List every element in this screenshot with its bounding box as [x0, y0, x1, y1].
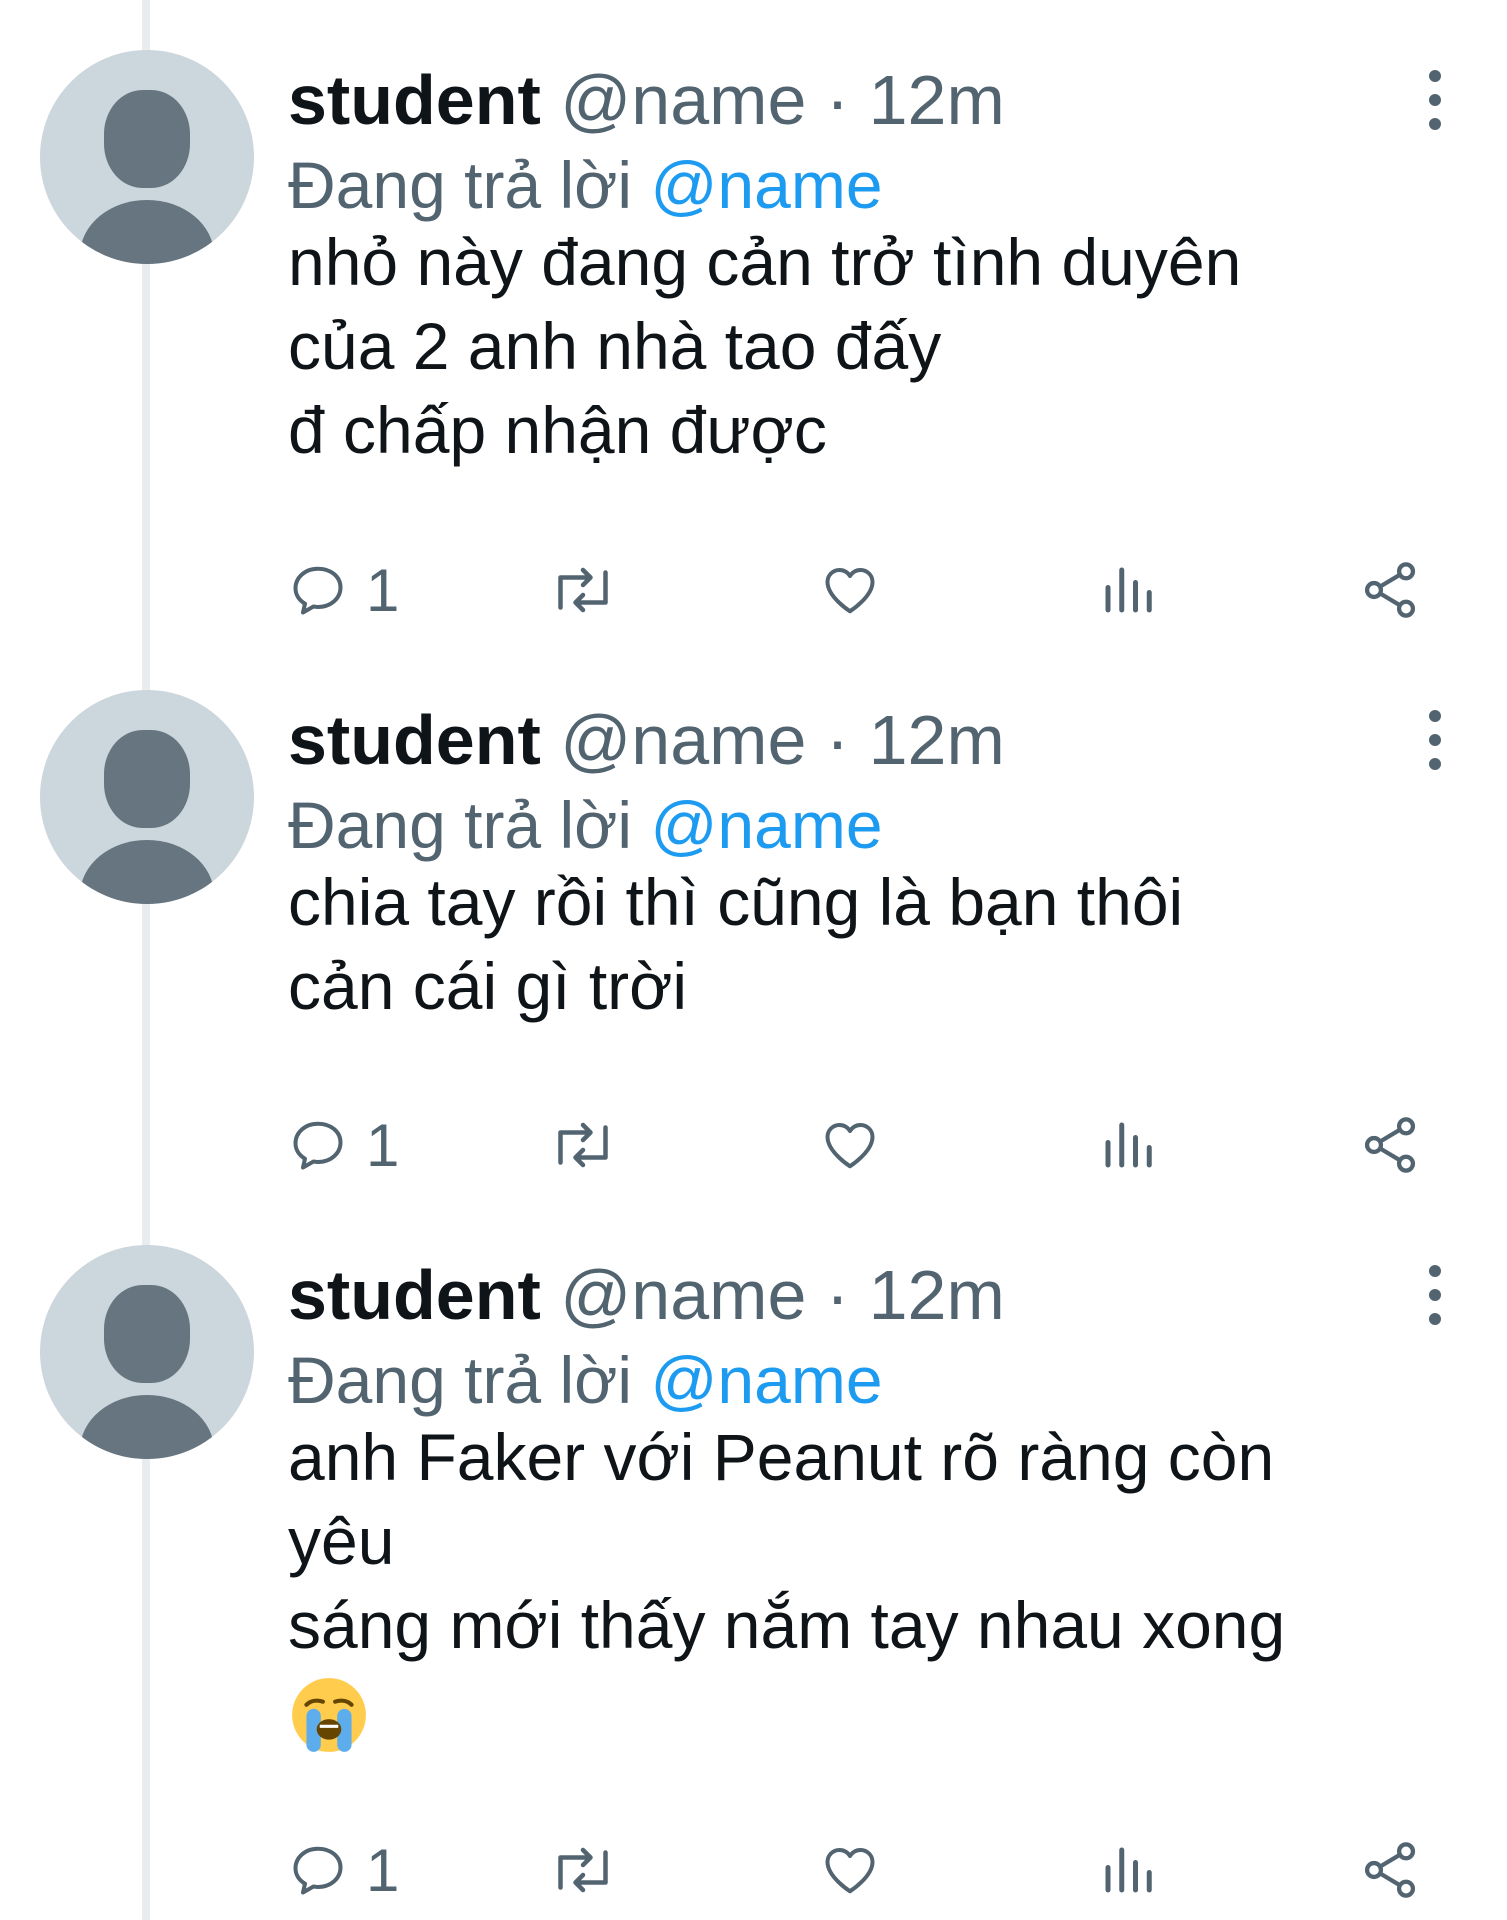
- retweet-button[interactable]: [548, 550, 618, 630]
- replying-to-label: Đang trả lời: [288, 148, 633, 222]
- avatar[interactable]: [40, 50, 254, 264]
- avatar-head-shape: [104, 1285, 190, 1383]
- avatar-body-shape: [80, 840, 214, 904]
- more-options-icon[interactable]: [1420, 710, 1450, 770]
- heart-icon: [825, 568, 875, 614]
- tweet-text-line: yêu: [288, 1504, 395, 1578]
- reply-count: 1: [366, 1111, 400, 1179]
- tweet-actions: 1: [288, 1830, 1468, 1910]
- views-button[interactable]: [1098, 1830, 1158, 1910]
- separator: ·: [825, 701, 850, 779]
- retweet-icon: [558, 1122, 608, 1168]
- like-button[interactable]: [818, 1105, 882, 1185]
- tweet-text-line: đ chấp nhận được: [288, 393, 827, 467]
- avatar-head-shape: [104, 730, 190, 828]
- share-icon: [1364, 1842, 1416, 1898]
- timestamp[interactable]: 12m: [869, 701, 1005, 779]
- reply-icon: [293, 566, 343, 615]
- reply-button[interactable]: 1: [288, 1830, 399, 1910]
- display-name[interactable]: student: [288, 1256, 541, 1334]
- tweet-text-line: anh Faker với Peanut rõ ràng còn: [288, 1420, 1275, 1494]
- reply-button[interactable]: 1: [288, 1105, 399, 1185]
- emoji-line: [288, 1667, 1468, 1756]
- tweet-header: student @name · 12m: [288, 696, 1005, 784]
- heart-icon: [825, 1123, 875, 1169]
- timestamp[interactable]: 12m: [869, 1256, 1005, 1334]
- tweet-header: student @name · 12m: [288, 1251, 1005, 1339]
- analytics-icon: [1105, 567, 1152, 613]
- share-button[interactable]: [1358, 550, 1422, 630]
- separator: ·: [825, 1256, 850, 1334]
- mention-link[interactable]: @name: [650, 148, 882, 222]
- more-options-icon[interactable]: [1420, 1265, 1450, 1325]
- retweet-button[interactable]: [548, 1105, 618, 1185]
- replying-to: Đang trả lời @name: [288, 782, 883, 868]
- reply-count: 1: [366, 556, 400, 624]
- analytics-icon: [1105, 1847, 1152, 1893]
- avatar[interactable]: [40, 690, 254, 904]
- retweet-icon: [558, 567, 608, 613]
- display-name[interactable]: student: [288, 61, 541, 139]
- loudly-crying-face-icon: [292, 1677, 366, 1752]
- share-button[interactable]: [1358, 1105, 1422, 1185]
- tweet-actions: 1: [288, 550, 1468, 630]
- views-button[interactable]: [1098, 550, 1158, 630]
- views-button[interactable]: [1098, 1105, 1158, 1185]
- tweet-text-line: cản cái gì trời: [288, 949, 688, 1023]
- avatar-body-shape: [80, 200, 214, 264]
- avatar-head-shape: [104, 90, 190, 188]
- analytics-icon: [1105, 1122, 1152, 1168]
- display-name[interactable]: student: [288, 701, 541, 779]
- tweet-text-line: chia tay rồi thì cũng là bạn thôi: [288, 865, 1184, 939]
- tweet-text-line: sáng mới thấy nắm tay nhau xong: [288, 1588, 1286, 1662]
- thread-connector-line: [142, 0, 150, 1920]
- timestamp[interactable]: 12m: [869, 61, 1005, 139]
- avatar[interactable]: [40, 1245, 254, 1459]
- replying-to: Đang trả lời @name: [288, 142, 883, 228]
- share-icon: [1364, 1117, 1416, 1173]
- avatar-body-shape: [80, 1395, 214, 1459]
- mention-link[interactable]: @name: [650, 788, 882, 862]
- more-options-icon[interactable]: [1420, 70, 1450, 130]
- user-handle[interactable]: @name: [560, 701, 806, 779]
- tweet-text: chia tay rồi thì cũng là bạn thôi cản cá…: [288, 860, 1468, 1028]
- reply-button[interactable]: 1: [288, 550, 399, 630]
- tweet-text-line: nhỏ này đang cản trở tình duyên: [288, 225, 1242, 299]
- separator: ·: [825, 61, 850, 139]
- reply-count: 1: [366, 1836, 400, 1904]
- replying-to: Đang trả lời @name: [288, 1337, 883, 1423]
- tweet-text: anh Faker với Peanut rõ ràng còn yêu sán…: [288, 1415, 1468, 1756]
- replying-to-label: Đang trả lời: [288, 1343, 633, 1417]
- tweet-text: nhỏ này đang cản trở tình duyên của 2 an…: [288, 220, 1468, 472]
- mention-link[interactable]: @name: [650, 1343, 882, 1417]
- replying-to-label: Đang trả lời: [288, 788, 633, 862]
- tweet-text-line: của 2 anh nhà tao đấy: [288, 309, 942, 383]
- like-button[interactable]: [818, 1830, 882, 1910]
- reply-icon: [293, 1846, 343, 1895]
- reply-icon: [293, 1121, 343, 1170]
- tweet-header: student @name · 12m: [288, 56, 1005, 144]
- user-handle[interactable]: @name: [560, 1256, 806, 1334]
- share-icon: [1364, 562, 1416, 618]
- tweet-actions: 1: [288, 1105, 1468, 1185]
- retweet-icon: [558, 1847, 608, 1893]
- user-handle[interactable]: @name: [560, 61, 806, 139]
- share-button[interactable]: [1358, 1830, 1422, 1910]
- heart-icon: [825, 1848, 875, 1894]
- retweet-button[interactable]: [548, 1830, 618, 1910]
- like-button[interactable]: [818, 550, 882, 630]
